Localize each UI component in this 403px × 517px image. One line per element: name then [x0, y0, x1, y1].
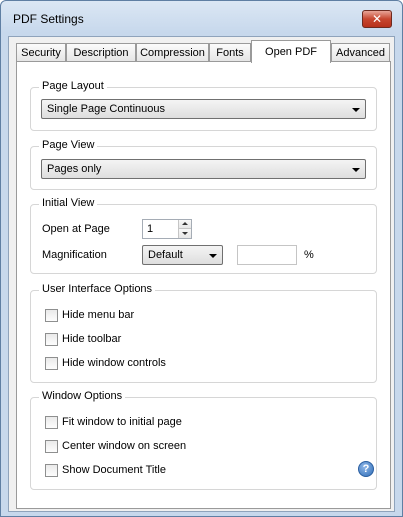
- open-at-page-value: 1: [147, 223, 154, 235]
- stepper-down-icon[interactable]: [179, 229, 191, 238]
- tab-advanced[interactable]: Advanced: [331, 43, 390, 63]
- page-layout-group: Page Layout Single Page Continuous: [30, 80, 377, 131]
- page-layout-title: Page Layout: [39, 80, 107, 92]
- help-glyph: ?: [362, 463, 370, 475]
- page-layout-value: Single Page Continuous: [47, 103, 166, 115]
- checkbox-box[interactable]: [45, 333, 58, 346]
- checkbox-box[interactable]: [45, 440, 58, 453]
- stepper-up-icon[interactable]: [179, 220, 191, 229]
- checkbox-box[interactable]: [45, 357, 58, 370]
- page-view-value: Pages only: [47, 163, 102, 175]
- checkbox-box[interactable]: [45, 464, 58, 477]
- close-button[interactable]: ✕: [362, 10, 392, 28]
- pdf-settings-window: PDF Settings ✕ Security Description Comp…: [0, 0, 403, 517]
- show-document-title-label: Show Document Title: [62, 464, 166, 476]
- stepper-buttons: [178, 220, 191, 238]
- page-view-title: Page View: [39, 139, 98, 151]
- magnification-select[interactable]: Default: [142, 245, 223, 265]
- tab-compression[interactable]: Compression: [136, 43, 209, 63]
- open-at-page-stepper[interactable]: 1: [142, 219, 192, 239]
- checkbox-box[interactable]: [45, 416, 58, 429]
- magnification-value: Default: [148, 249, 183, 261]
- ui-options-title: User Interface Options: [39, 283, 156, 295]
- magnification-custom-input[interactable]: [237, 245, 297, 265]
- help-icon[interactable]: ?: [358, 461, 374, 477]
- center-window-label: Center window on screen: [62, 440, 187, 452]
- tab-fonts[interactable]: Fonts: [209, 43, 251, 63]
- open-pdf-panel: Page Layout Single Page Continuous Page …: [16, 61, 391, 509]
- chevron-down-icon: [209, 254, 217, 258]
- hide-menu-bar-label: Hide menu bar: [62, 309, 135, 321]
- tab-open-pdf[interactable]: Open PDF: [251, 40, 331, 63]
- window-title: PDF Settings: [13, 12, 84, 26]
- tab-description[interactable]: Description: [66, 43, 136, 63]
- window-options-group: Window Options Fit window to initial pag…: [30, 390, 377, 490]
- dialog-client-area: Security Description Compression Fonts O…: [8, 36, 395, 512]
- page-view-group: Page View Pages only: [30, 139, 377, 190]
- checkbox-box[interactable]: [45, 309, 58, 322]
- chevron-down-icon: [352, 108, 360, 112]
- fit-window-label: Fit window to initial page: [62, 416, 182, 428]
- page-view-select[interactable]: Pages only: [41, 159, 366, 179]
- initial-view-group: Initial View Open at Page 1 Magnificatio…: [30, 197, 377, 274]
- open-at-page-label: Open at Page: [42, 223, 110, 235]
- tab-security[interactable]: Security: [16, 43, 66, 63]
- page-layout-select[interactable]: Single Page Continuous: [41, 99, 366, 119]
- initial-view-title: Initial View: [39, 197, 98, 209]
- tab-strip: Security Description Compression Fonts O…: [16, 40, 391, 63]
- magnification-label: Magnification: [42, 249, 107, 261]
- close-icon: ✕: [371, 12, 383, 26]
- percent-label: %: [304, 249, 314, 261]
- ui-options-group: User Interface Options Hide menu bar Hid…: [30, 283, 377, 383]
- hide-window-controls-label: Hide window controls: [62, 357, 166, 369]
- title-bar[interactable]: PDF Settings ✕: [1, 1, 402, 35]
- chevron-down-icon: [352, 168, 360, 172]
- hide-toolbar-label: Hide toolbar: [62, 333, 122, 345]
- window-options-title: Window Options: [39, 390, 126, 402]
